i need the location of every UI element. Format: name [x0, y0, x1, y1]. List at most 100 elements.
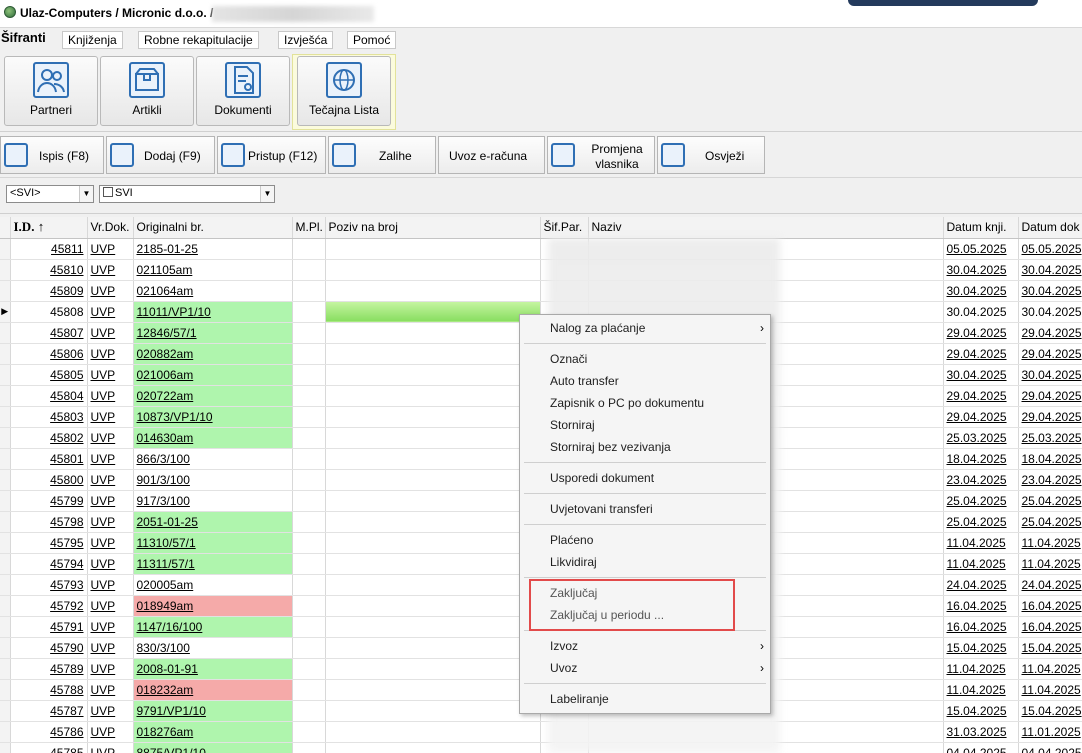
cell-originalni-br[interactable]: 020882am [133, 343, 293, 365]
cell-poziv-na-broj[interactable] [325, 595, 541, 617]
col-datum-dok[interactable]: Datum dok [1018, 217, 1082, 239]
context-menu-item[interactable]: Storniraj [550, 415, 595, 435]
cell-vr-dok[interactable]: UVP [87, 679, 134, 701]
cell-vr-dok[interactable]: UVP [87, 532, 134, 554]
cell-datum-knji[interactable]: 04.04.2025 [943, 742, 1019, 753]
cell-vr-dok[interactable]: UVP [87, 658, 134, 680]
cell-originalni-br[interactable]: 020722am [133, 385, 293, 407]
add-button[interactable]: Dodaj (F9) [106, 136, 215, 174]
cell-vr-dok[interactable]: UVP [87, 427, 134, 449]
cell-poziv-na-broj[interactable] [325, 637, 541, 659]
cell-poziv-na-broj[interactable] [325, 679, 541, 701]
cell-poziv-na-broj[interactable] [325, 259, 541, 281]
tab-robne-rekapitulacije[interactable]: Robne rekapitulacije [138, 31, 259, 49]
row-indicator[interactable] [0, 490, 11, 512]
row-indicator[interactable]: ▶ [0, 301, 11, 323]
cell-originalni-br[interactable]: 018949am [133, 595, 293, 617]
cell-poziv-na-broj[interactable] [325, 280, 541, 302]
cell-poziv-na-broj[interactable] [325, 700, 541, 722]
cell-originalni-br[interactable]: 10873/VP1/10 [133, 406, 293, 428]
stock-button[interactable]: Zalihe [328, 136, 436, 174]
chevron-down-icon[interactable]: ▼ [79, 186, 93, 202]
cell-vr-dok[interactable]: UVP [87, 490, 134, 512]
cell-datum-knji[interactable]: 23.04.2025 [943, 469, 1019, 491]
cell-m-pl[interactable] [292, 721, 326, 743]
cell-id[interactable]: 45811 [10, 238, 88, 260]
cell-poziv-na-broj[interactable] [325, 658, 541, 680]
cell-originalni-br[interactable]: 917/3/100 [133, 490, 293, 512]
cell-datum-dok[interactable]: 23.04.2025 [1018, 469, 1082, 491]
cell-datum-dok[interactable]: 30.04.2025 [1018, 301, 1082, 323]
cell-poziv-na-broj[interactable] [325, 238, 541, 260]
cell-poziv-na-broj[interactable] [325, 364, 541, 386]
cell-id[interactable]: 45802 [10, 427, 88, 449]
cell-id[interactable]: 45801 [10, 448, 88, 470]
row-indicator[interactable] [0, 700, 11, 722]
row-indicator[interactable] [0, 553, 11, 575]
cell-id[interactable]: 45798 [10, 511, 88, 533]
cell-datum-knji[interactable]: 30.04.2025 [943, 364, 1019, 386]
cell-originalni-br[interactable]: 866/3/100 [133, 448, 293, 470]
cell-vr-dok[interactable]: UVP [87, 742, 134, 753]
tab-izvjesca[interactable]: Izvješća [278, 31, 334, 49]
context-menu-item[interactable]: Plaćeno [550, 530, 593, 550]
context-menu-item[interactable]: Uvjetovani transferi [550, 499, 653, 519]
artikli-button[interactable]: Artikli [100, 56, 194, 126]
row-indicator[interactable] [0, 406, 11, 428]
checkbox-icon[interactable] [103, 187, 113, 197]
cell-id[interactable]: 45805 [10, 364, 88, 386]
cell-datum-knji[interactable]: 15.04.2025 [943, 637, 1019, 659]
cell-originalni-br[interactable]: 2051-01-25 [133, 511, 293, 533]
context-menu-item[interactable]: Storniraj bez vezivanja [550, 437, 671, 457]
context-menu-item[interactable]: Nalog za plaćanje [550, 318, 645, 338]
context-menu-item[interactable]: Labeliranje [550, 689, 609, 709]
refresh-button[interactable]: Osvježi [657, 136, 765, 174]
cell-datum-dok[interactable]: 11.04.2025 [1018, 679, 1082, 701]
cell-id[interactable]: 45807 [10, 322, 88, 344]
col-sif-par[interactable]: Šif.Par. [540, 217, 589, 239]
cell-datum-knji[interactable]: 11.04.2025 [943, 679, 1019, 701]
cell-m-pl[interactable] [292, 658, 326, 680]
cell-originalni-br[interactable]: 018276am [133, 721, 293, 743]
cell-m-pl[interactable] [292, 343, 326, 365]
cell-id[interactable]: 45806 [10, 343, 88, 365]
context-menu-item[interactable]: Izvoz [550, 636, 578, 656]
cell-datum-knji[interactable]: 11.04.2025 [943, 658, 1019, 680]
cell-datum-dok[interactable]: 11.01.2025 [1018, 721, 1082, 743]
table-row[interactable]: 45809 UVP 021064am 30.04.2025 30.04.2025 [0, 280, 1082, 302]
cell-m-pl[interactable] [292, 637, 326, 659]
cell-m-pl[interactable] [292, 469, 326, 491]
row-indicator[interactable] [0, 322, 11, 344]
cell-vr-dok[interactable]: UVP [87, 364, 134, 386]
cell-poziv-na-broj[interactable] [325, 721, 541, 743]
change-owner-button[interactable]: Promjena vlasnika [547, 136, 655, 174]
cell-datum-knji[interactable]: 29.04.2025 [943, 406, 1019, 428]
cell-datum-dok[interactable]: 30.04.2025 [1018, 280, 1082, 302]
cell-m-pl[interactable] [292, 448, 326, 470]
cell-m-pl[interactable] [292, 238, 326, 260]
row-indicator[interactable] [0, 280, 11, 302]
cell-vr-dok[interactable]: UVP [87, 595, 134, 617]
cell-datum-dok[interactable]: 29.04.2025 [1018, 343, 1082, 365]
cell-m-pl[interactable] [292, 364, 326, 386]
context-menu-item[interactable]: Označi [550, 349, 587, 369]
row-indicator[interactable] [0, 742, 11, 753]
dokumenti-button[interactable]: Dokumenti [196, 56, 290, 126]
cell-id[interactable]: 45787 [10, 700, 88, 722]
cell-m-pl[interactable] [292, 553, 326, 575]
cell-vr-dok[interactable]: UVP [87, 322, 134, 344]
cell-poziv-na-broj[interactable] [325, 511, 541, 533]
cell-datum-knji[interactable]: 05.05.2025 [943, 238, 1019, 260]
filter-select-first[interactable]: <SVI> ▼ [6, 185, 94, 203]
row-indicator[interactable] [0, 259, 11, 281]
cell-id[interactable]: 45793 [10, 574, 88, 596]
cell-originalni-br[interactable]: 020005am [133, 574, 293, 596]
print-button[interactable]: Ispis (F8) [0, 136, 104, 174]
cell-vr-dok[interactable]: UVP [87, 259, 134, 281]
cell-datum-dok[interactable]: 24.04.2025 [1018, 574, 1082, 596]
tab-knjizenja[interactable]: Knjiženja [62, 31, 123, 49]
cell-originalni-br[interactable]: 8875/VP1/10 [133, 742, 293, 753]
cell-datum-knji[interactable]: 11.04.2025 [943, 553, 1019, 575]
cell-m-pl[interactable] [292, 259, 326, 281]
cell-poziv-na-broj[interactable] [325, 490, 541, 512]
